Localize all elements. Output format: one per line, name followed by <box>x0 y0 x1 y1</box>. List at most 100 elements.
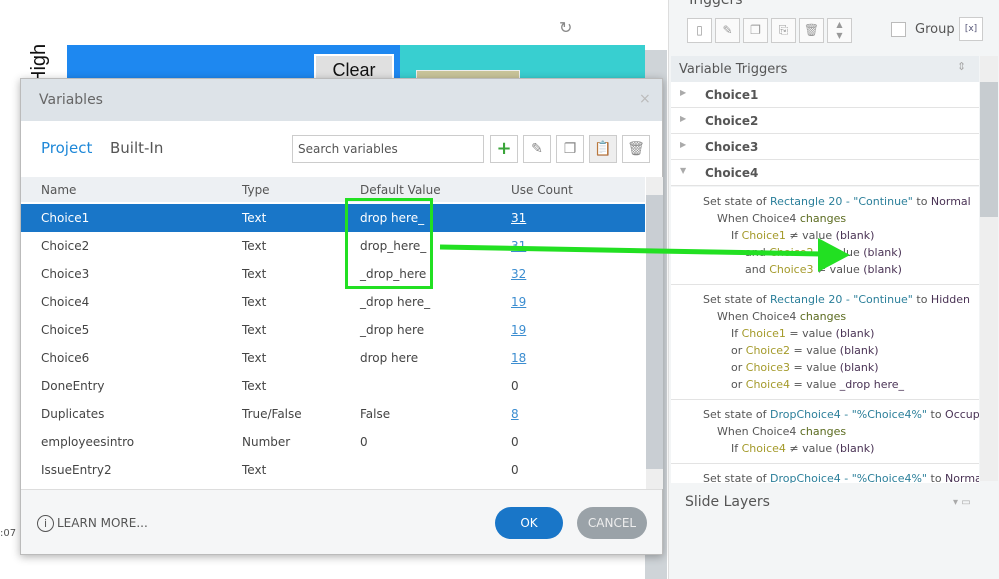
trigger-group-item[interactable]: ▶ Choice3 <box>671 134 979 160</box>
triggers-scroll-thumb[interactable] <box>980 82 998 217</box>
caret-right-icon[interactable]: ▶ <box>680 140 686 149</box>
slide-layers-title: Slide Layers <box>685 494 770 510</box>
variable-use-count[interactable]: 18 <box>511 351 526 365</box>
target-object[interactable]: Rectangle 20 - "Continue" <box>770 195 913 208</box>
condition[interactable]: and Choice2 ≠ value (blank) <box>703 244 979 261</box>
learn-more-link[interactable]: i LEARN MORE... <box>37 515 148 532</box>
ok-button[interactable]: OK <box>495 507 563 539</box>
when-var[interactable]: Choice4 <box>752 310 796 323</box>
variable-type: True/False <box>242 407 302 421</box>
cond-value: (blank) <box>863 263 902 276</box>
variable-default: _drop here_ <box>360 295 431 309</box>
variable-use-count[interactable]: 31 <box>511 211 526 225</box>
to-label: to <box>916 293 928 306</box>
paste-icon[interactable]: 📋 <box>589 135 617 163</box>
condition[interactable]: or Choice2 = value (blank) <box>703 342 979 359</box>
edit-trigger-icon[interactable]: ✎ <box>715 18 740 43</box>
cond-prefix: or <box>731 378 743 391</box>
when-var[interactable]: Choice4 <box>752 212 796 225</box>
condition[interactable]: If Choice1 ≠ value (blank) <box>703 227 979 244</box>
move-trigger-icon[interactable]: ▲ ▼ <box>827 18 852 43</box>
condition[interactable]: or Choice3 = value (blank) <box>703 359 979 376</box>
target-state[interactable]: Hidden <box>931 293 970 306</box>
search-input[interactable]: Search variables <box>292 135 484 163</box>
col-default[interactable]: Default Value <box>360 183 441 197</box>
variable-use-count[interactable]: 19 <box>511 295 526 309</box>
trigger-block[interactable]: Set state of DropChoice4 - "%Choice4%" t… <box>671 464 979 483</box>
when-label: When <box>717 310 749 323</box>
delete-icon[interactable]: 🗑 <box>622 135 650 163</box>
target-object[interactable]: DropChoice4 - "%Choice4%" <box>770 408 927 421</box>
rotate-handle-icon[interactable]: ↻ <box>559 18 572 37</box>
table-row[interactable]: Choice2 Text drop_here_ 31 <box>21 232 645 260</box>
trigger-group-item[interactable]: ▶ Choice2 <box>671 108 979 134</box>
group-checkbox[interactable] <box>891 22 906 37</box>
slide-layers-menu-icon[interactable]: ▾ ▭ <box>953 497 971 508</box>
tab-built-in[interactable]: Built-In <box>110 139 163 157</box>
copy-icon[interactable]: ❐ <box>556 135 584 163</box>
event[interactable]: changes <box>800 425 846 438</box>
timeline-timecode: :07 <box>0 528 17 539</box>
condition[interactable]: If Choice4 ≠ value (blank) <box>703 440 979 457</box>
copy-trigger-icon[interactable]: ❐ <box>743 18 768 43</box>
table-scroll-thumb[interactable] <box>646 195 663 469</box>
condition[interactable]: If Choice1 = value (blank) <box>703 325 979 342</box>
variable-type: Text <box>242 379 267 393</box>
triggers-title: Triggers <box>687 0 743 8</box>
condition[interactable]: and Choice3 ≠ value (blank) <box>703 261 979 278</box>
when-var[interactable]: Choice4 <box>752 425 796 438</box>
variables-button-icon[interactable]: [x] <box>959 17 983 41</box>
edit-icon[interactable]: ✎ <box>523 135 551 163</box>
caret-right-icon[interactable]: ▶ <box>680 88 686 97</box>
variable-name: Choice6 <box>41 351 90 365</box>
variable-use-count[interactable]: 8 <box>511 407 519 421</box>
table-row[interactable]: Choice6 Text drop here 18 <box>21 344 645 372</box>
col-type[interactable]: Type <box>242 183 270 197</box>
collapse-all-icon[interactable]: ⇕ <box>957 60 966 73</box>
target-object[interactable]: DropChoice4 - "%Choice4%" <box>770 472 927 483</box>
target-state[interactable]: Normal <box>931 195 971 208</box>
cond-value: (blank) <box>839 344 879 357</box>
trigger-group-item[interactable]: ▶ Choice1 <box>671 82 979 108</box>
col-use-count[interactable]: Use Count <box>511 183 573 197</box>
trigger-block[interactable]: Set state of Rectangle 20 - "Continue" t… <box>671 285 979 400</box>
when-label: When <box>717 212 749 225</box>
target-state[interactable]: Normal <box>945 472 979 483</box>
event[interactable]: changes <box>800 310 846 323</box>
tab-project[interactable]: Project <box>41 139 92 157</box>
event[interactable]: changes <box>800 212 846 225</box>
table-row[interactable]: Duplicates True/False False 8 <box>21 400 645 428</box>
table-row[interactable]: Choice1 Text drop here_ 31 <box>21 204 645 232</box>
table-row[interactable]: employeesintro Number 0 0 <box>21 428 645 456</box>
col-name[interactable]: Name <box>41 183 76 197</box>
table-row[interactable]: Choice5 Text _drop here 19 <box>21 316 645 344</box>
cancel-button[interactable]: CANCEL <box>577 507 647 539</box>
variable-use-count[interactable]: 19 <box>511 323 526 337</box>
condition[interactable]: or Choice4 = value _drop here_ <box>703 376 979 393</box>
trigger-block[interactable]: Set state of Rectangle 20 - "Continue" t… <box>671 187 979 285</box>
new-trigger-icon[interactable]: ▯ <box>687 18 712 43</box>
cond-value: (blank) <box>863 246 902 259</box>
cond-op: = value <box>789 327 833 340</box>
variable-default: drop here <box>360 351 419 365</box>
action: Set state of <box>703 408 767 421</box>
variable-use-count[interactable]: 31 <box>511 239 526 253</box>
caret-down-icon[interactable]: ▼ <box>680 166 686 175</box>
close-icon[interactable]: × <box>639 91 651 107</box>
add-variable-icon[interactable]: + <box>490 135 518 163</box>
trigger-group-item[interactable]: ▼ Choice4 <box>671 160 979 186</box>
target-object[interactable]: Rectangle 20 - "Continue" <box>770 293 913 306</box>
target-state[interactable]: Occupied <box>945 408 979 421</box>
table-row[interactable]: Choice3 Text _drop_here 32 <box>21 260 645 288</box>
table-row[interactable]: IssueEntry2 Text 0 <box>21 456 645 484</box>
table-row[interactable]: DoneEntry Text 0 <box>21 372 645 400</box>
delete-trigger-icon[interactable]: 🗑 <box>799 18 824 43</box>
action: Set state of <box>703 472 767 483</box>
variable-use-count[interactable]: 32 <box>511 267 526 281</box>
paste-trigger-icon[interactable]: ⎘ <box>771 18 796 43</box>
cond-value: (blank) <box>835 442 875 455</box>
trigger-block[interactable]: Set state of DropChoice4 - "%Choice4%" t… <box>671 400 979 464</box>
cond-var: Choice3 <box>769 263 814 276</box>
caret-right-icon[interactable]: ▶ <box>680 114 686 123</box>
table-row[interactable]: Choice4 Text _drop here_ 19 <box>21 288 645 316</box>
